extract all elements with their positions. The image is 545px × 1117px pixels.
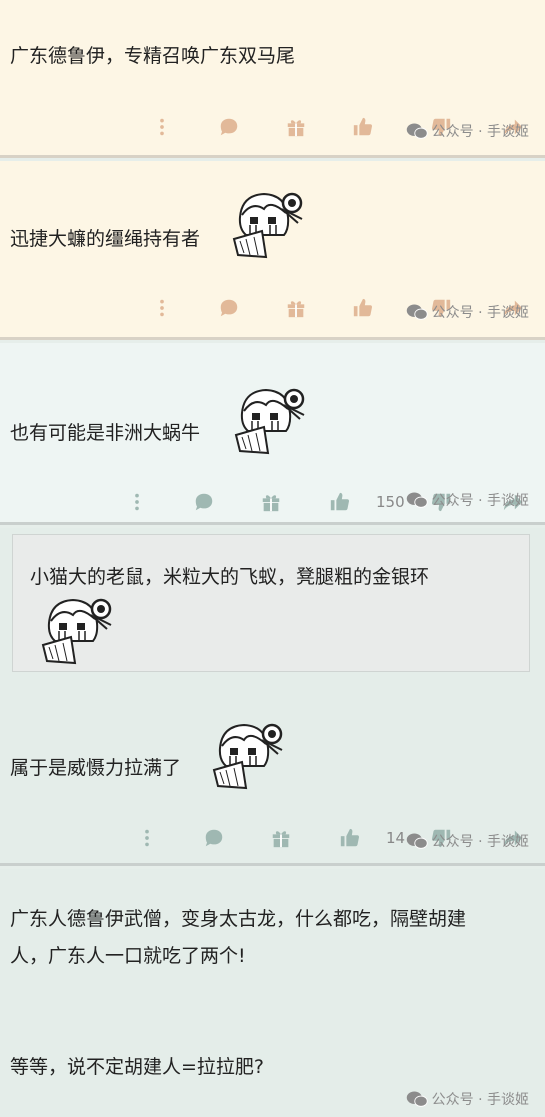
more-icon[interactable] xyxy=(149,114,175,140)
watermark-text: 公众号 · 手谈姬 xyxy=(431,493,529,509)
like-icon[interactable] xyxy=(327,489,353,515)
watermark-text: 公众号 · 手谈姬 xyxy=(431,834,529,850)
post-text-line-3: 等等，说不定胡建人=拉拉肥? xyxy=(10,1056,265,1078)
gift-icon[interactable] xyxy=(283,114,309,140)
watermark: 公众号 · 手谈姬 xyxy=(406,831,529,851)
watermark: 公众号 · 手谈姬 xyxy=(406,490,529,510)
gift-icon[interactable] xyxy=(268,825,294,851)
sticker-image xyxy=(35,595,115,665)
more-icon[interactable] xyxy=(149,295,175,321)
comment-icon[interactable] xyxy=(216,295,242,321)
post-text: 也有可能是非洲大蜗牛 xyxy=(10,422,201,444)
quoted-reply: 小猫大的老鼠，米粒大的飞蚁，凳腿粗的金银环 xyxy=(12,534,530,672)
watermark-text: 公众号 · 手谈姬 xyxy=(431,124,529,140)
post-text-line-1: 广东人德鲁伊武僧，变身太古龙，什么都吃，隔壁胡建 xyxy=(10,908,467,930)
comment-icon[interactable] xyxy=(216,114,242,140)
more-icon[interactable] xyxy=(134,825,160,851)
quote-text: 小猫大的老鼠，米粒大的飞蚁，凳腿粗的金银环 xyxy=(30,566,430,588)
like-icon[interactable] xyxy=(350,295,376,321)
watermark-text: 公众号 · 手谈姬 xyxy=(431,1092,529,1108)
wechat-icon xyxy=(406,492,428,508)
like-icon[interactable] xyxy=(350,114,376,140)
post-toolbar: 公众号 · 手谈姬 xyxy=(0,291,545,327)
watermark: 公众号 · 手谈姬 xyxy=(406,1089,529,1109)
like-count: 150 xyxy=(376,493,405,511)
watermark: 公众号 · 手谈姬 xyxy=(406,121,529,141)
post-card-3: 也有可能是非洲大蜗牛 150 公众号 · 手谈姬 xyxy=(0,343,545,525)
post-text: 属于是威慑力拉满了 xyxy=(10,757,182,779)
post-card-4: 小猫大的老鼠，米粒大的飞蚁，凳腿粗的金银环 属于是威慑力拉满了 14 公众号 ·… xyxy=(0,528,545,866)
post-text-line-2: 人，广东人一口就吃了两个! xyxy=(10,945,246,967)
post-text: 广东德鲁伊，专精召唤广东双马尾 xyxy=(10,45,296,67)
comment-icon[interactable] xyxy=(201,825,227,851)
more-icon[interactable] xyxy=(124,489,150,515)
post-card-5: 广东人德鲁伊武僧，变身太古龙，什么都吃，隔壁胡建 人，广东人一口就吃了两个! 等… xyxy=(0,869,545,1117)
wechat-icon xyxy=(406,304,428,320)
comment-icon[interactable] xyxy=(191,489,217,515)
wechat-icon xyxy=(406,1091,428,1107)
like-icon[interactable] xyxy=(337,825,363,851)
post-toolbar: 14 公众号 · 手谈姬 xyxy=(0,821,545,857)
post-card-1: 广东德鲁伊，专精召唤广东双马尾 公众号 · 手谈姬 xyxy=(0,0,545,158)
post-toolbar: 150 公众号 · 手谈姬 xyxy=(0,485,545,521)
gift-icon[interactable] xyxy=(258,489,284,515)
watermark: 公众号 · 手谈姬 xyxy=(406,302,529,322)
watermark-text: 公众号 · 手谈姬 xyxy=(431,305,529,321)
wechat-icon xyxy=(406,123,428,139)
wechat-icon xyxy=(406,833,428,849)
gift-icon[interactable] xyxy=(283,295,309,321)
sticker-image xyxy=(228,385,308,455)
sticker-image xyxy=(226,189,306,259)
post-card-2: 迅捷大蠊的缰绳持有者 公众号 · 手谈姬 xyxy=(0,161,545,340)
post-toolbar: 公众号 · 手谈姬 xyxy=(0,110,545,146)
like-count: 14 xyxy=(386,829,406,847)
sticker-image xyxy=(206,720,286,790)
post-text: 迅捷大蠊的缰绳持有者 xyxy=(10,228,201,250)
